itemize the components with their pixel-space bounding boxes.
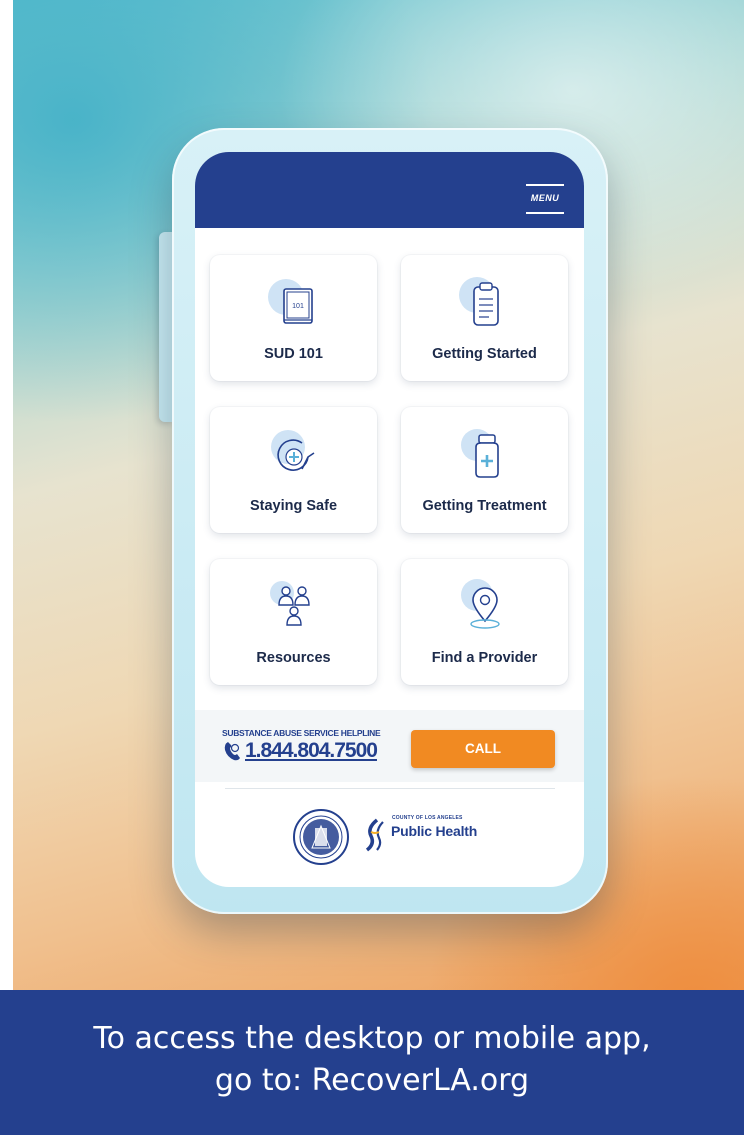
tile-label: Getting Started <box>432 346 537 362</box>
divider <box>225 788 555 789</box>
app-screen: MENU 101 SUD 101 Getting Started Staying… <box>195 152 584 887</box>
tile-sud-101[interactable]: 101 SUD 101 <box>210 255 377 381</box>
helpline-number[interactable]: 1.844.804.7500 <box>245 739 378 763</box>
people-group-icon <box>210 579 377 635</box>
tile-label: Staying Safe <box>249 498 338 514</box>
phone-icon <box>223 740 243 767</box>
footer-banner: To access the desktop or mobile app, go … <box>0 990 744 1135</box>
helpline-bar: SUBSTANCE ABUSE SERVICE HELPLINE 1.844.8… <box>195 710 584 782</box>
footer-line-2: go to: RecoverLA.org <box>214 1063 530 1098</box>
helpline-title: SUBSTANCE ABUSE SERVICE HELPLINE <box>222 728 381 738</box>
menu-button[interactable]: MENU <box>526 184 564 214</box>
public-health-text: Public Health <box>391 823 478 839</box>
county-text: COUNTY OF LOS ANGELES <box>392 815 463 821</box>
county-seal-logo <box>292 808 350 871</box>
call-button[interactable]: CALL <box>411 730 555 768</box>
cycle-health-icon <box>210 427 377 483</box>
public-health-logo <box>363 818 389 857</box>
tile-find-a-provider[interactable]: Find a Provider <box>401 559 568 685</box>
book-101-icon: 101 <box>210 275 377 331</box>
svg-text:101: 101 <box>292 303 304 310</box>
footer-line-1: To access the desktop or mobile app, <box>93 1021 651 1056</box>
location-pin-icon <box>401 579 568 635</box>
tile-label: SUD 101 <box>264 346 323 362</box>
tile-label: Find a Provider <box>431 650 538 666</box>
tile-staying-safe[interactable]: Staying Safe <box>210 407 377 533</box>
tile-resources[interactable]: Resources <box>210 559 377 685</box>
tile-label: Getting Treatment <box>422 498 547 514</box>
tile-label: Resources <box>256 650 331 666</box>
app-header: MENU <box>195 152 584 228</box>
tile-getting-started[interactable]: Getting Started <box>401 255 568 381</box>
tile-getting-treatment[interactable]: Getting Treatment <box>401 407 568 533</box>
clipboard-icon <box>401 275 568 331</box>
medicine-bottle-icon <box>401 427 568 483</box>
